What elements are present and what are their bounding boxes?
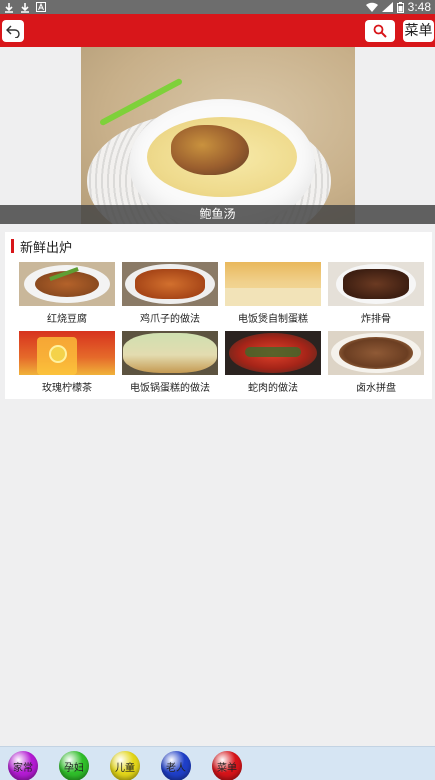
nav-label: 儿童 bbox=[115, 762, 135, 774]
app-bar: 菜单 bbox=[0, 14, 435, 47]
recipe-item[interactable]: 蛇肉的做法 bbox=[225, 331, 321, 395]
wifi-icon bbox=[365, 2, 378, 12]
menu-button[interactable]: 菜单 bbox=[403, 20, 434, 42]
recipe-thumbnail bbox=[225, 262, 321, 306]
download-icon bbox=[21, 2, 29, 13]
recipe-item[interactable]: 鸡爪子的做法 bbox=[122, 262, 218, 326]
section-accent-bar bbox=[11, 239, 14, 253]
nav-label: 菜单 bbox=[217, 762, 237, 774]
recipe-thumbnail bbox=[328, 262, 424, 306]
recipe-thumbnail bbox=[225, 331, 321, 375]
recipe-label: 玫瑰柠檬茶 bbox=[42, 383, 92, 394]
hero-abalone bbox=[171, 125, 249, 175]
status-left-icons bbox=[4, 2, 46, 13]
nav-item-children[interactable]: 儿童 bbox=[110, 751, 140, 780]
recipe-thumbnail bbox=[122, 262, 218, 306]
nav-item-menu[interactable]: 菜单 bbox=[212, 751, 242, 780]
recipe-label: 电饭煲自制蛋糕 bbox=[238, 314, 308, 325]
recipe-item[interactable]: 红烧豆腐 bbox=[19, 262, 115, 326]
back-button[interactable] bbox=[2, 20, 24, 42]
section-header: 新鲜出炉 bbox=[11, 236, 72, 256]
nav-label: 孕妇 bbox=[64, 762, 84, 774]
recipe-label: 卤水拼盘 bbox=[356, 383, 396, 394]
search-icon bbox=[373, 24, 387, 38]
hero-caption: 鲍鱼汤 bbox=[0, 205, 435, 224]
recipe-label: 炸排骨 bbox=[361, 314, 391, 325]
fresh-section: 新鲜出炉 红烧豆腐 鸡爪子的做法 电饭煲自制蛋糕 炸排骨 玫瑰柠檬茶 电饭锅蛋糕… bbox=[5, 232, 432, 399]
nav-item-home-cooking[interactable]: 家常 bbox=[8, 751, 38, 780]
recipe-thumbnail bbox=[19, 331, 115, 375]
download-icon bbox=[5, 2, 13, 13]
recipe-item[interactable]: 玫瑰柠檬茶 bbox=[19, 331, 115, 395]
nav-item-pregnant[interactable]: 孕妇 bbox=[59, 751, 89, 780]
recipe-item[interactable]: 电饭煲自制蛋糕 bbox=[225, 262, 321, 326]
recipe-thumbnail bbox=[19, 262, 115, 306]
recipe-thumbnail bbox=[122, 331, 218, 375]
back-arrow-icon bbox=[6, 25, 20, 38]
nav-label: 家常 bbox=[13, 762, 33, 774]
nav-label: 老人 bbox=[166, 762, 186, 774]
nav-item-elderly[interactable]: 老人 bbox=[161, 751, 191, 780]
recipe-label: 电饭锅蛋糕的做法 bbox=[130, 383, 210, 394]
recipe-label: 红烧豆腐 bbox=[47, 314, 87, 325]
status-right-icons: 3:48 bbox=[365, 0, 431, 14]
status-bar: 3:48 bbox=[0, 0, 435, 14]
recipe-item[interactable]: 电饭锅蛋糕的做法 bbox=[122, 331, 218, 395]
recipe-thumbnail bbox=[328, 331, 424, 375]
bottom-nav: 家常 孕妇 儿童 老人 菜单 bbox=[0, 746, 435, 780]
recipe-label: 蛇肉的做法 bbox=[248, 383, 298, 394]
signal-icon bbox=[381, 2, 393, 12]
section-title: 新鲜出炉 bbox=[20, 240, 73, 256]
status-time: 3:48 bbox=[407, 0, 431, 14]
a-icon bbox=[36, 2, 46, 12]
battery-icon bbox=[396, 1, 404, 13]
recipe-item[interactable]: 炸排骨 bbox=[328, 262, 424, 326]
search-button[interactable] bbox=[365, 20, 395, 42]
recipe-item[interactable]: 卤水拼盘 bbox=[328, 331, 424, 395]
recipe-label: 鸡爪子的做法 bbox=[140, 314, 200, 325]
hero-image[interactable] bbox=[81, 47, 355, 224]
